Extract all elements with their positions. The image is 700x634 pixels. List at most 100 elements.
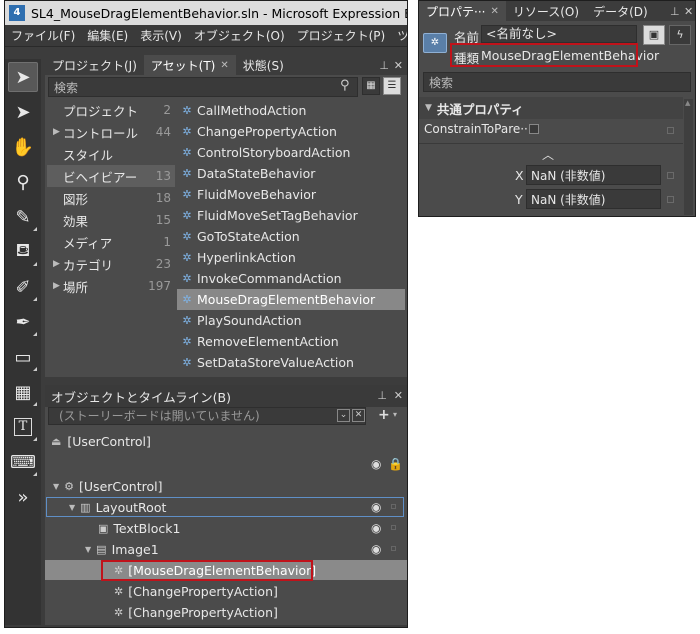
category-item[interactable]: 図形 18 xyxy=(47,187,175,209)
category-item[interactable]: ▶ 場所 197 xyxy=(47,275,175,297)
tree-node[interactable]: ▼ ⚙ [UserControl] xyxy=(53,476,162,497)
advanced-options-icon[interactable] xyxy=(667,196,674,203)
behavior-item[interactable]: ✲ ChangePropertyAction xyxy=(177,121,405,142)
expand-arrow-icon[interactable]: ▶ xyxy=(53,127,60,137)
expand-arrow-icon[interactable]: ▼ xyxy=(69,503,75,512)
text-tool[interactable]: T xyxy=(8,412,38,442)
x-field[interactable]: NaN (非数値) xyxy=(526,165,661,185)
eye-icon[interactable]: ◉ xyxy=(371,542,381,556)
pin-icon[interactable]: ⊥ xyxy=(670,5,680,18)
properties-search-input[interactable]: 検索 xyxy=(423,72,691,92)
close-icon[interactable]: ✕ xyxy=(684,5,693,18)
tab-assets-1[interactable]: アセット(T) ✕ xyxy=(143,55,236,75)
behavior-item[interactable]: ✲ PlaySoundAction xyxy=(177,310,405,331)
y-field[interactable]: NaN (非数値) xyxy=(526,189,661,209)
pen-tool[interactable]: ✒ xyxy=(8,307,38,337)
behavior-item[interactable]: ✲ MouseDragElementBehavior xyxy=(177,289,405,310)
list-view-icon[interactable]: ☰ xyxy=(383,77,401,95)
collapse-chevron-icon[interactable]: ︿ xyxy=(542,146,554,163)
behavior-item[interactable]: ✲ CallMethodAction xyxy=(177,100,405,121)
behavior-item[interactable]: ✲ ControlStoryboardAction xyxy=(177,142,405,163)
eye-icon[interactable]: ◉ xyxy=(371,521,381,535)
advanced-options-icon[interactable] xyxy=(667,172,674,179)
common-properties-header[interactable]: ▼ 共通プロパティ xyxy=(419,97,683,119)
lock-toggle[interactable] xyxy=(391,525,396,530)
tab-properties-2[interactable]: データ(D) xyxy=(586,1,655,21)
lock-toggle[interactable] xyxy=(391,546,396,551)
eye-icon[interactable]: ◉ xyxy=(371,457,381,471)
constrain-to-parent-checkbox[interactable] xyxy=(529,124,539,134)
name-field[interactable]: <名前なし> xyxy=(481,25,637,43)
close-icon[interactable]: ✕ xyxy=(490,6,498,17)
tab-assets-2[interactable]: 状態(S) xyxy=(236,55,291,75)
grid-tool[interactable]: ▦ xyxy=(8,377,38,407)
menu-item[interactable]: 表示(V) xyxy=(134,27,188,44)
expand-arrow-icon[interactable]: ▼ xyxy=(85,545,91,554)
storyboard-picker[interactable]: (ストーリーボードは開いていません) xyxy=(48,407,366,425)
behavior-item[interactable]: ✲ SetDataStoreValueAction xyxy=(177,352,405,373)
search-icon[interactable]: ⚲ xyxy=(340,78,350,93)
rectangle-tool[interactable]: ▭ xyxy=(8,342,38,372)
close-icon[interactable]: ✕ xyxy=(220,60,228,71)
tree-node[interactable]: ▣ TextBlock1 xyxy=(85,518,180,539)
scope-up-icon[interactable]: ⏏ xyxy=(51,435,61,448)
properties-view-icon[interactable]: ▣ xyxy=(643,25,665,45)
close-icon[interactable]: ✕ xyxy=(394,389,403,402)
selection-arrow-tool[interactable]: ➤ xyxy=(8,62,38,92)
close-storyboard-icon[interactable]: ✕ xyxy=(352,409,365,422)
category-item[interactable]: 効果 15 xyxy=(47,209,175,231)
lock-toggle[interactable] xyxy=(391,504,396,509)
paint-bucket-tool[interactable]: ⛾ xyxy=(8,237,38,267)
category-item[interactable]: ▶ コントロール 44 xyxy=(47,121,175,143)
behavior-item[interactable]: ✲ RemoveElementAction xyxy=(177,331,405,352)
brush-tool[interactable]: ✐ xyxy=(8,272,38,302)
eyedropper-tool[interactable]: ✎ xyxy=(8,202,38,232)
eye-icon[interactable]: ◉ xyxy=(371,500,381,514)
tab-properties-1[interactable]: リソース(O) xyxy=(506,1,586,21)
advanced-options-icon[interactable] xyxy=(667,127,674,134)
pin-icon[interactable]: ⊥ xyxy=(377,389,387,402)
scope-row[interactable]: ⏏ [UserControl] xyxy=(51,431,151,452)
tree-node[interactable]: ▼ ▤ Image1 xyxy=(85,539,159,560)
tab-assets-0[interactable]: プロジェクト(J) xyxy=(45,55,144,75)
pin-icon[interactable]: ⊥ xyxy=(379,59,389,72)
assets-search-input[interactable]: 検索 xyxy=(48,77,358,97)
behavior-item[interactable]: ✲ InvokeCommandAction xyxy=(177,268,405,289)
behavior-item[interactable]: ✲ FluidMoveBehavior xyxy=(177,184,405,205)
category-item[interactable]: プロジェクト 2 xyxy=(47,99,175,121)
tree-node[interactable]: ▼ ▥ LayoutRoot xyxy=(69,497,166,518)
direct-selection-tool[interactable]: ➤ xyxy=(8,97,38,127)
more-tools-tool[interactable]: » xyxy=(8,482,38,512)
tree-node[interactable]: ✲ [ChangePropertyAction] xyxy=(101,581,278,602)
behavior-item[interactable]: ✲ DataStateBehavior xyxy=(177,163,405,184)
controls-tool[interactable]: ⌨ xyxy=(8,447,38,477)
category-item[interactable]: ▶ カテゴリ 23 xyxy=(47,253,175,275)
menu-item[interactable]: ツール xyxy=(391,27,407,44)
storyboard-options-icon[interactable]: ⌄ xyxy=(337,409,350,422)
behavior-item[interactable]: ✲ HyperlinkAction xyxy=(177,247,405,268)
lock-icon[interactable]: 🔒 xyxy=(388,457,403,471)
grid-view-icon[interactable]: ▦ xyxy=(362,77,380,95)
menu-item[interactable]: オブジェクト(O) xyxy=(188,27,291,44)
chevron-down-icon[interactable]: ▾ xyxy=(393,410,397,419)
tab-properties-0[interactable]: プロパテ··· ✕ xyxy=(419,1,506,21)
behavior-item[interactable]: ✲ GoToStateAction xyxy=(177,226,405,247)
new-storyboard-icon[interactable]: + xyxy=(378,407,390,423)
menu-item[interactable]: プロジェクト(P) xyxy=(291,27,392,44)
behavior-item[interactable]: ✲ FluidMoveSetTagBehavior xyxy=(177,205,405,226)
properties-scrollbar[interactable]: ▲ xyxy=(684,99,693,215)
expand-arrow-icon[interactable]: ▼ xyxy=(53,482,59,491)
category-item[interactable]: ビヘイビアー 13 xyxy=(47,165,175,187)
category-item[interactable]: メディア 1 xyxy=(47,231,175,253)
menu-item[interactable]: 編集(E) xyxy=(81,27,134,44)
expand-arrow-icon[interactable]: ▶ xyxy=(53,259,60,269)
tree-node[interactable]: ✲ [ChangePropertyAction] xyxy=(101,602,278,623)
zoom-tool[interactable]: ⚲ xyxy=(8,167,38,197)
expand-arrow-icon[interactable]: ▶ xyxy=(53,281,60,291)
collapse-arrow-icon[interactable]: ▼ xyxy=(425,103,432,113)
pan-hand-tool[interactable]: ✋ xyxy=(8,132,38,162)
menu-item[interactable]: ファイル(F) xyxy=(5,27,81,44)
events-view-icon[interactable]: ϟ xyxy=(669,25,691,45)
close-icon[interactable]: ✕ xyxy=(394,59,403,72)
category-item[interactable]: スタイル xyxy=(47,143,175,165)
